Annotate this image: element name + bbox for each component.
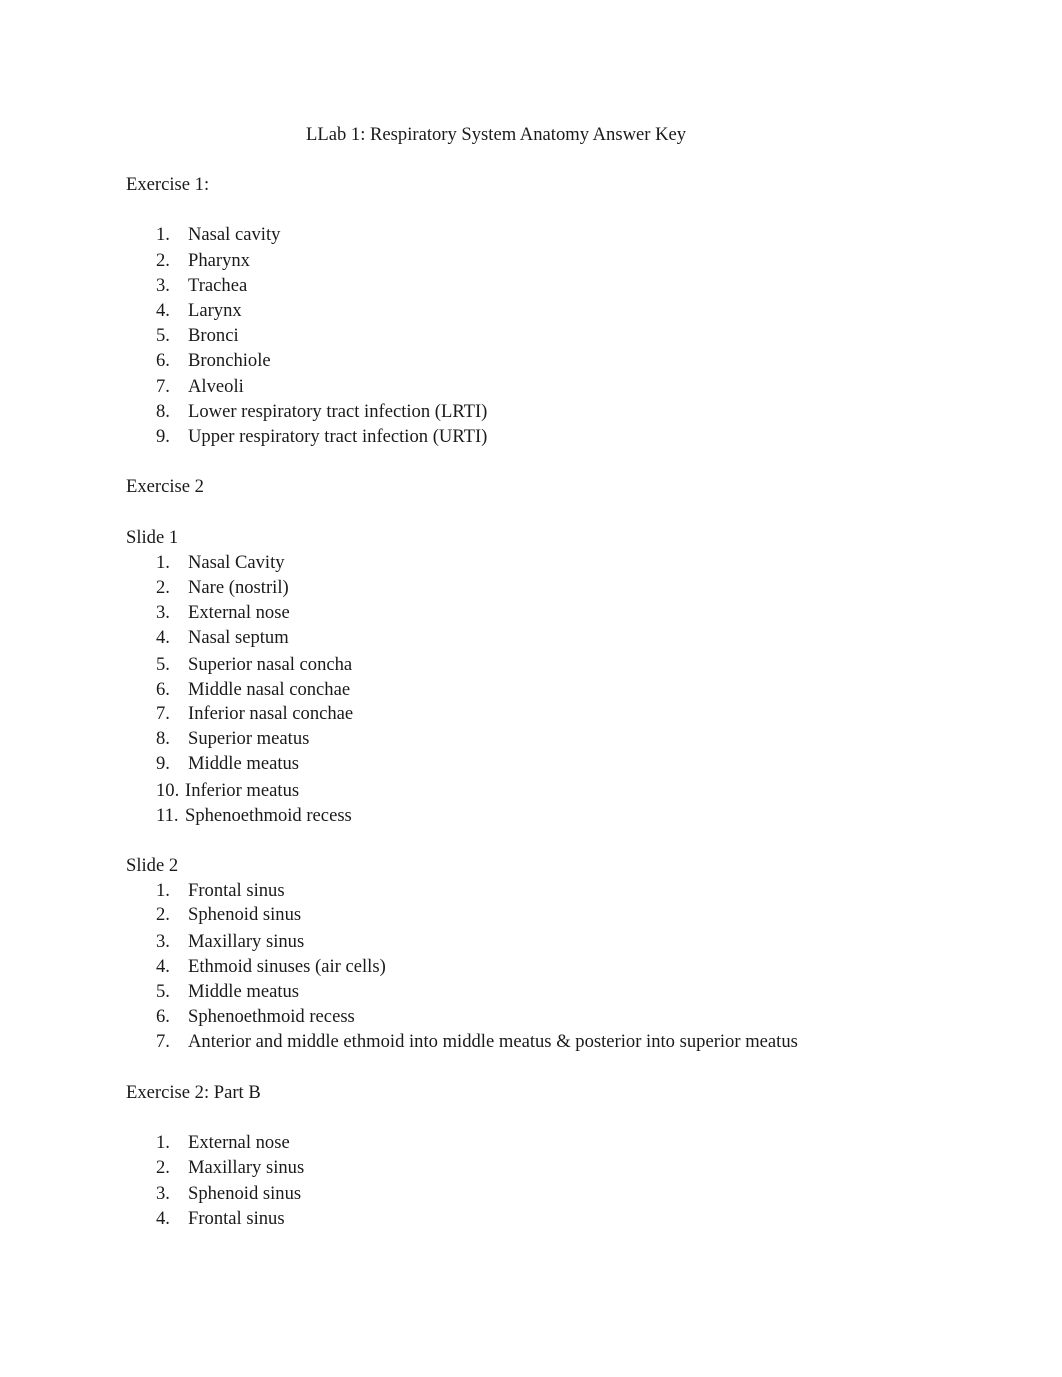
item-number: 5. <box>156 654 170 675</box>
item-text: Larynx <box>188 300 242 321</box>
item-text: Lower respiratory tract infection (LRTI) <box>188 401 488 422</box>
item-text: Superior nasal concha <box>188 654 353 675</box>
item-text: Middle nasal conchae <box>188 679 351 700</box>
item-text: Upper respiratory tract infection (URTI) <box>188 426 488 447</box>
item-text: Nasal Cavity <box>188 552 285 573</box>
item-number: 4. <box>156 1208 170 1229</box>
item-text: External nose <box>188 602 290 623</box>
item-number: 6. <box>156 1006 170 1027</box>
item-number: 3. <box>156 275 170 296</box>
item-number: 8. <box>156 728 170 749</box>
section-heading-slide-1: Slide 1 <box>126 527 179 548</box>
item-number: 7. <box>156 703 170 724</box>
item-text: Inferior nasal conchae <box>188 703 354 724</box>
item-text: Bronci <box>188 325 239 346</box>
item-text: Frontal sinus <box>188 880 285 901</box>
item-number: 2. <box>156 904 170 925</box>
item-text: Alveoli <box>188 376 244 397</box>
item-text: Nasal cavity <box>188 224 281 245</box>
item-number: 4. <box>156 627 170 648</box>
item-text: Anterior and middle ethmoid into middle … <box>188 1031 798 1052</box>
item-text: Bronchiole <box>188 350 271 371</box>
item-number: 9. <box>156 426 170 447</box>
item-number: 8. <box>156 401 170 422</box>
item-text: Middle meatus <box>188 753 300 774</box>
item-text: Frontal sinus <box>188 1208 285 1229</box>
item-text: Sphenoid sinus <box>188 1183 302 1204</box>
item-number: 5. <box>156 981 170 1002</box>
item-number: 6. <box>156 679 170 700</box>
item-text: Sphenoethmoid recess <box>188 1006 355 1027</box>
item-text: Superior meatus <box>188 728 310 749</box>
item-text: Ethmoid sinuses (air cells) <box>188 956 386 977</box>
item-number: 2. <box>156 1157 170 1178</box>
document-title: LLab 1: Respiratory System Anatomy Answe… <box>306 124 687 145</box>
item-text: Sphenoethmoid recess <box>185 805 352 826</box>
item-number: 1. <box>156 552 170 573</box>
item-text: Middle meatus <box>188 981 300 1002</box>
item-number: 1. <box>156 1132 170 1153</box>
item-number: 3. <box>156 931 170 952</box>
item-number: 9. <box>156 753 170 774</box>
item-text: Maxillary sinus <box>188 1157 305 1178</box>
section-heading-slide-2: Slide 2 <box>126 855 179 876</box>
item-number: 2. <box>156 250 170 271</box>
item-text: Nasal septum <box>188 627 289 648</box>
section-heading-exercise-2-part-b: Exercise 2: Part B <box>126 1082 261 1103</box>
item-number: 2. <box>156 577 170 598</box>
item-text: External nose <box>188 1132 290 1153</box>
item-number: 11. <box>156 805 179 826</box>
item-text: Inferior meatus <box>185 780 300 801</box>
item-number: 4. <box>156 300 170 321</box>
item-number: 7. <box>156 1031 170 1052</box>
item-text: Trachea <box>188 275 248 296</box>
item-number: 1. <box>156 224 170 245</box>
item-text: Nare (nostril) <box>188 577 289 598</box>
item-number: 4. <box>156 956 170 977</box>
section-heading-exercise-1: Exercise 1: <box>126 174 210 195</box>
item-text: Pharynx <box>188 250 250 271</box>
item-number: 3. <box>156 602 170 623</box>
item-number: 1. <box>156 880 170 901</box>
item-number: 10. <box>156 780 180 801</box>
item-number: 5. <box>156 325 170 346</box>
item-number: 7. <box>156 376 170 397</box>
item-number: 6. <box>156 350 170 371</box>
item-number: 3. <box>156 1183 170 1204</box>
item-text: Maxillary sinus <box>188 931 305 952</box>
item-text: Sphenoid sinus <box>188 904 302 925</box>
section-heading-exercise-2: Exercise 2 <box>126 476 204 497</box>
